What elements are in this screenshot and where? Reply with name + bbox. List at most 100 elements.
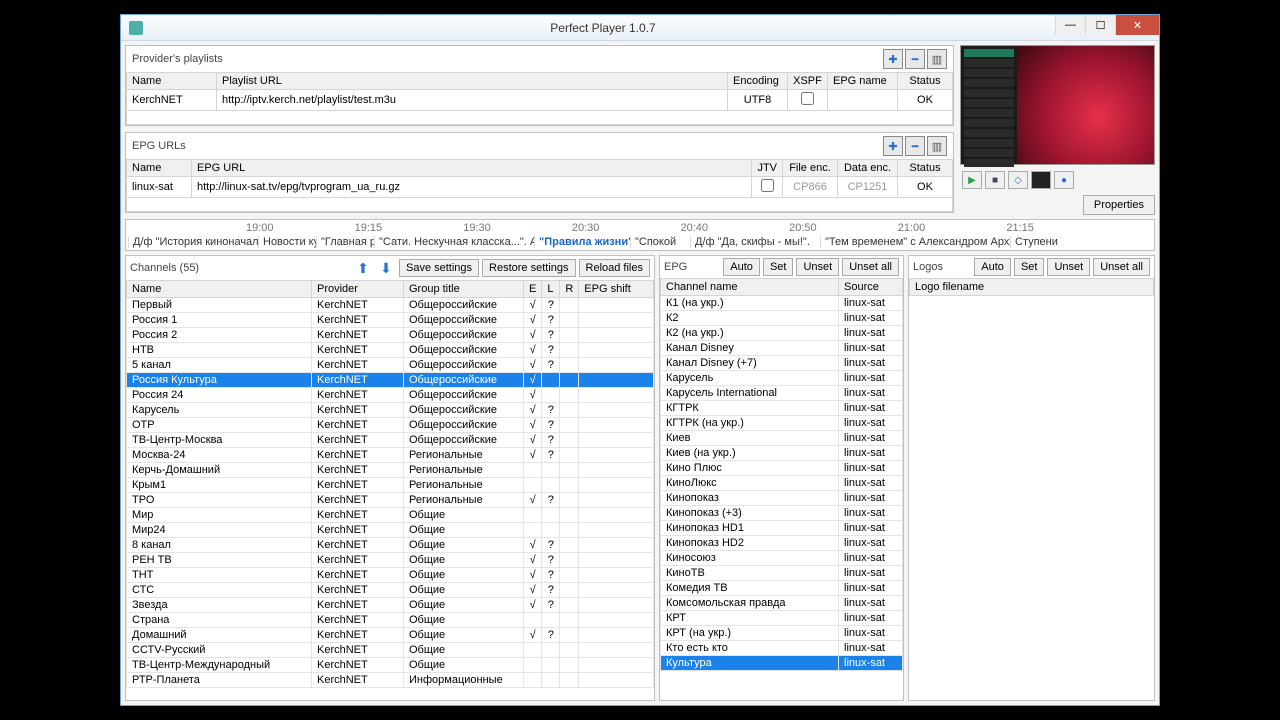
maximize-button[interactable]: ☐ [1085, 15, 1115, 35]
epg-unset-button[interactable]: Unset [796, 258, 839, 276]
info-button[interactable]: ● [1054, 171, 1074, 189]
video-preview[interactable] [960, 45, 1155, 165]
epg-row[interactable]: Киевlinux-sat [661, 431, 903, 446]
move-down-button[interactable]: ⬇ [376, 258, 396, 278]
epg-row[interactable]: Кинопоказ HD1linux-sat [661, 521, 903, 536]
channel-row[interactable]: Мир24KerchNETОбщие [127, 523, 654, 538]
logos-table: Logo filename [909, 278, 1154, 296]
timeline-program[interactable]: "Тем временем" с Александром Арханге [820, 236, 1010, 248]
epg-row[interactable]: КиноТВlinux-sat [661, 566, 903, 581]
epg-row[interactable]: КГТРКlinux-sat [661, 401, 903, 416]
timeline-program[interactable]: Ступени [1010, 236, 1060, 248]
app-icon [129, 21, 143, 35]
channel-row[interactable]: 5 каналKerchNETОбщероссийские√? [127, 358, 654, 373]
epgurl-menu-button[interactable]: ▥ [927, 136, 947, 156]
timeline-program[interactable]: Новости кул [258, 236, 316, 248]
logos-unset-button[interactable]: Unset [1047, 258, 1090, 276]
epg-row[interactable]: КРТ (на укр.)linux-sat [661, 626, 903, 641]
screen-button[interactable] [1031, 171, 1051, 189]
epg-row[interactable]: Комсомольская правдаlinux-sat [661, 596, 903, 611]
channel-row[interactable]: ДомашнийKerchNETОбщие√? [127, 628, 654, 643]
epg-row[interactable]: КиноЛюксlinux-sat [661, 476, 903, 491]
channel-row[interactable]: СтранаKerchNETОбщие [127, 613, 654, 628]
playlist-row[interactable]: KerchNET http://iptv.kerch.net/playlist/… [127, 90, 953, 111]
channel-row[interactable]: ТРОKerchNETРегиональные√? [127, 493, 654, 508]
timeline-program[interactable]: "Главная рол [316, 236, 374, 248]
timeline-program[interactable]: Д/ф "Да, скифы - мы!". [690, 236, 820, 248]
epg-row[interactable]: К2linux-sat [661, 311, 903, 326]
close-button[interactable]: ✕ [1115, 15, 1159, 35]
channel-row[interactable]: ПервыйKerchNETОбщероссийские√? [127, 298, 654, 313]
epg-set-button[interactable]: Set [763, 258, 794, 276]
playlist-add-button[interactable]: ✚ [883, 49, 903, 69]
playlist-remove-button[interactable]: ━ [905, 49, 925, 69]
epg-row[interactable]: КГТРК (на укр.)linux-sat [661, 416, 903, 431]
channel-row[interactable]: ЗвездаKerchNETОбщие√? [127, 598, 654, 613]
xspf-checkbox[interactable] [801, 92, 814, 105]
channel-row[interactable]: МирKerchNETОбщие [127, 508, 654, 523]
channel-row[interactable]: Россия КультураKerchNETОбщероссийские√ [127, 373, 654, 388]
channel-row[interactable]: Россия 24KerchNETОбщероссийские√ [127, 388, 654, 403]
epg-row[interactable]: Кинопоказ HD2linux-sat [661, 536, 903, 551]
channel-row[interactable]: 8 каналKerchNETОбщие√? [127, 538, 654, 553]
channel-row[interactable]: ТНТKerchNETОбщие√? [127, 568, 654, 583]
epg-row[interactable]: Комедия ТВlinux-sat [661, 581, 903, 596]
epg-row[interactable]: Культураlinux-sat [661, 656, 903, 671]
channel-row[interactable]: ТВ-Центр-МоскваKerchNETОбщероссийские√? [127, 433, 654, 448]
epg-row[interactable]: Киносоюзlinux-sat [661, 551, 903, 566]
epgurl-row[interactable]: linux-sat http://linux-sat.tv/epg/tvprog… [127, 177, 953, 198]
channel-row[interactable]: ССТV-РусскийKerchNETОбщие [127, 643, 654, 658]
playlist-menu-button[interactable]: ▥ [927, 49, 947, 69]
channel-row[interactable]: НТВKerchNETОбщероссийские√? [127, 343, 654, 358]
epg-auto-button[interactable]: Auto [723, 258, 760, 276]
channel-row[interactable]: ОТРKerchNETОбщероссийские√? [127, 418, 654, 433]
epgurls-label: EPG URLs [132, 140, 186, 152]
timeline[interactable]: 19:0019:1519:3020:3020:4020:5021:0021:15… [125, 219, 1155, 251]
channel-row[interactable]: КарусельKerchNETОбщероссийские√? [127, 403, 654, 418]
channel-row[interactable]: Россия 2KerchNETОбщероссийские√? [127, 328, 654, 343]
channel-row[interactable]: РТР-ПланетаKerchNETИнформационные [127, 673, 654, 688]
channel-row[interactable]: Крым1KerchNETРегиональные [127, 478, 654, 493]
seek-button[interactable]: ◇ [1008, 171, 1028, 189]
jtv-checkbox[interactable] [761, 179, 774, 192]
epg-row[interactable]: Карусель Internationallinux-sat [661, 386, 903, 401]
move-up-button[interactable]: ⬆ [353, 258, 373, 278]
epg-row[interactable]: К1 (на укр.)linux-sat [661, 296, 903, 311]
save-settings-button[interactable]: Save settings [399, 259, 479, 277]
minimize-button[interactable]: — [1055, 15, 1085, 35]
epgurl-remove-button[interactable]: ━ [905, 136, 925, 156]
properties-button[interactable]: Properties [1083, 195, 1155, 215]
logos-set-button[interactable]: Set [1014, 258, 1045, 276]
epg-row[interactable]: Кинопоказlinux-sat [661, 491, 903, 506]
timeline-program[interactable]: "Спокой [630, 236, 690, 248]
epg-row[interactable]: Кинопоказ (+3)linux-sat [661, 506, 903, 521]
restore-settings-button[interactable]: Restore settings [482, 259, 575, 277]
channel-row[interactable]: РЕН ТВKerchNETОбщие√? [127, 553, 654, 568]
timeline-program[interactable]: "Правила жизни". [534, 236, 630, 248]
epg-row[interactable]: Канал Disneylinux-sat [661, 341, 903, 356]
channels-label: Channels (55) [130, 262, 199, 274]
epg-row[interactable]: К2 (на укр.)linux-sat [661, 326, 903, 341]
timeline-program[interactable]: "Сати. Нескучная класска...". Але [374, 236, 534, 248]
play-button[interactable]: ▶ [962, 171, 982, 189]
channel-row[interactable]: Керчь-ДомашнийKerchNETРегиональные [127, 463, 654, 478]
channel-row[interactable]: СТСKerchNETОбщие√? [127, 583, 654, 598]
channel-row[interactable]: Россия 1KerchNETОбщероссийские√? [127, 313, 654, 328]
epg-row[interactable]: Киев (на укр.)linux-sat [661, 446, 903, 461]
logos-auto-button[interactable]: Auto [974, 258, 1011, 276]
logos-unsetall-button[interactable]: Unset all [1093, 258, 1150, 276]
channel-row[interactable]: ТВ-Центр-МеждународныйKerchNETОбщие [127, 658, 654, 673]
epg-row[interactable]: Канал Disney (+7)linux-sat [661, 356, 903, 371]
stop-button[interactable]: ■ [985, 171, 1005, 189]
epgurls-panel: EPG URLs ✚ ━ ▥ Name EPG URL JTV File enc… [125, 132, 954, 213]
epg-row[interactable]: КРТlinux-sat [661, 611, 903, 626]
epg-unsetall-button[interactable]: Unset all [842, 258, 899, 276]
epgurl-add-button[interactable]: ✚ [883, 136, 903, 156]
channel-row[interactable]: Москва-24KerchNETРегиональные√? [127, 448, 654, 463]
epg-row[interactable]: Кино Плюсlinux-sat [661, 461, 903, 476]
titlebar: Perfect Player 1.0.7 — ☐ ✕ [121, 15, 1159, 41]
epg-row[interactable]: Карусельlinux-sat [661, 371, 903, 386]
reload-files-button[interactable]: Reload files [579, 259, 650, 277]
timeline-program[interactable]: Д/ф "История киноначальник [128, 236, 258, 248]
epg-row[interactable]: Кто есть ктоlinux-sat [661, 641, 903, 656]
